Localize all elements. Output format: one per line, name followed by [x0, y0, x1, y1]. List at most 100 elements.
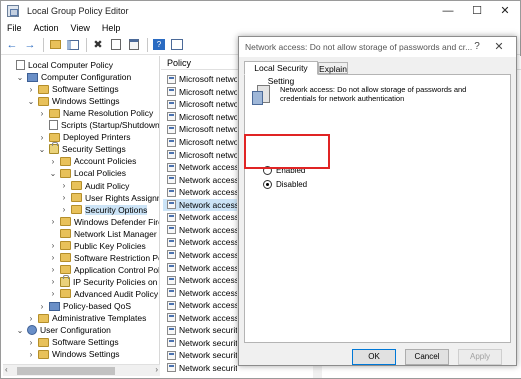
collapse-chevron-icon[interactable]: › — [27, 85, 35, 94]
tree-item[interactable]: › Windows Settings — [27, 348, 120, 360]
delete-icon[interactable]: ✖ — [90, 37, 106, 53]
filter-icon[interactable] — [169, 37, 185, 53]
scroll-right-arrow-icon[interactable]: › — [155, 365, 158, 374]
policy-row[interactable]: Network access: S — [163, 299, 237, 312]
export-list-icon[interactable] — [126, 37, 142, 53]
policy-row[interactable]: Microsoft network — [163, 98, 237, 111]
collapse-chevron-icon[interactable]: › — [27, 350, 35, 359]
policy-row[interactable]: Network security: — [163, 324, 237, 337]
close-button[interactable]: ✕ — [490, 1, 520, 21]
tree-item[interactable]: Network List Manager — [49, 228, 157, 240]
menu-help[interactable]: Help — [96, 23, 127, 33]
policy-row[interactable]: Network access: N — [163, 224, 237, 237]
tree-item[interactable]: › Name Resolution Policy — [38, 107, 154, 119]
tree-item[interactable]: › Account Policies — [49, 155, 137, 167]
folder-up-icon[interactable] — [47, 37, 63, 53]
collapse-chevron-icon[interactable]: › — [27, 338, 35, 347]
tree-item[interactable]: › Policy-based QoS — [38, 300, 131, 312]
apply-button[interactable]: Apply — [458, 349, 502, 365]
tree-item[interactable]: ⌄ Computer Configuration — [16, 71, 132, 83]
collapse-chevron-icon[interactable]: › — [49, 289, 57, 298]
policy-row[interactable]: Network security: — [163, 362, 237, 375]
tree-item[interactable]: › Security Options — [60, 204, 148, 216]
policy-row[interactable]: Network access: R — [163, 249, 237, 262]
folder-icon — [38, 337, 49, 347]
policy-row[interactable]: Network access: R — [163, 261, 237, 274]
policy-row[interactable]: Network access: R — [163, 274, 237, 287]
policy-row[interactable]: Microsoft network — [163, 148, 237, 161]
dialog-close-button[interactable]: ✕ — [489, 37, 509, 57]
scroll-thumb[interactable] — [17, 367, 115, 375]
collapse-chevron-icon[interactable]: › — [49, 241, 57, 250]
policy-row[interactable]: Microsoft network — [163, 123, 237, 136]
expand-chevron-icon[interactable]: ⌄ — [49, 169, 57, 178]
dialog-help-button[interactable]: ? — [468, 37, 486, 57]
disabled-option[interactable]: Disabled — [263, 180, 307, 189]
tree-item[interactable]: › IP Security Policies on — [49, 274, 157, 288]
tree-item[interactable]: › Administrative Templates — [27, 312, 147, 324]
policy-row[interactable]: Network access: S — [163, 311, 237, 324]
expand-chevron-icon[interactable]: ⌄ — [16, 326, 24, 335]
maximize-button[interactable]: ☐ — [462, 1, 492, 21]
policy-row[interactable]: Network security: — [163, 337, 237, 350]
policy-row[interactable]: Microsoft network — [163, 86, 237, 99]
ok-button[interactable]: OK — [352, 349, 396, 365]
collapse-chevron-icon[interactable]: › — [49, 265, 57, 274]
policy-row[interactable]: Network access: D — [163, 186, 237, 199]
policy-row[interactable]: Microsoft network — [163, 111, 237, 124]
disabled-radio[interactable] — [263, 180, 272, 189]
collapse-chevron-icon[interactable]: › — [60, 205, 68, 214]
tree-item[interactable]: › Audit Policy — [60, 180, 130, 192]
menu-view[interactable]: View — [65, 23, 96, 33]
policy-row[interactable]: Network access: R — [163, 236, 237, 249]
tree-item[interactable]: ⌄ Windows Settings — [27, 95, 120, 107]
policy-row[interactable]: Microsoft network — [163, 73, 237, 86]
policy-row[interactable]: Network security: — [163, 349, 237, 362]
minimize-button[interactable]: — — [433, 1, 463, 21]
help-icon[interactable]: ? — [151, 37, 167, 53]
tree-item[interactable]: › Windows Defender Firewall — [49, 216, 159, 228]
tree-item[interactable]: ⌄ Security Settings — [38, 142, 126, 155]
collapse-chevron-icon[interactable]: › — [38, 302, 46, 311]
expand-chevron-icon[interactable]: ⌄ — [38, 145, 46, 154]
collapse-chevron-icon[interactable]: › — [38, 109, 46, 118]
collapse-chevron-icon[interactable]: › — [38, 133, 46, 142]
properties-icon[interactable] — [108, 37, 124, 53]
tree-item[interactable]: › Software Restriction Policies — [49, 252, 159, 264]
policy-document-icon — [16, 60, 25, 70]
policy-row[interactable]: Microsoft network — [163, 136, 237, 149]
back-arrow-icon[interactable]: ← — [4, 37, 20, 53]
policy-row[interactable]: Network access: L — [163, 211, 237, 224]
collapse-chevron-icon[interactable]: › — [60, 193, 68, 202]
tab-local-security-setting[interactable]: Local Security Setting — [244, 61, 318, 86]
expand-chevron-icon[interactable]: ⌄ — [16, 73, 24, 82]
collapse-chevron-icon[interactable]: › — [49, 157, 57, 166]
tree-item[interactable]: ⌄ User Configuration — [16, 324, 111, 336]
collapse-chevron-icon[interactable]: › — [49, 217, 57, 226]
policy-row[interactable]: Network access: D — [163, 198, 237, 211]
policy-row[interactable]: Network access: S — [163, 286, 237, 299]
policy-row[interactable]: Network access: A — [163, 173, 237, 186]
collapse-chevron-icon[interactable]: › — [49, 253, 57, 262]
expand-chevron-icon[interactable]: ⌄ — [27, 97, 35, 106]
tree-item[interactable]: › User Rights Assignment — [60, 192, 159, 204]
forward-arrow-icon[interactable]: → — [22, 37, 38, 53]
tree-item[interactable]: ⌄ Local Policies — [49, 167, 126, 179]
show-hide-tree-icon[interactable] — [65, 37, 81, 53]
menu-action[interactable]: Action — [28, 23, 65, 33]
collapse-chevron-icon[interactable]: › — [27, 314, 35, 323]
tree-item[interactable]: Local Computer Policy — [5, 59, 113, 71]
tree-item[interactable]: › Advanced Audit Policy — [49, 288, 158, 300]
tree-item[interactable]: › Public Key Policies — [49, 240, 146, 252]
tree-horizontal-scrollbar[interactable]: ‹ › — [3, 364, 160, 376]
policy-row[interactable]: Network access: A — [163, 161, 237, 174]
menu-file[interactable]: File — [1, 23, 28, 33]
collapse-chevron-icon[interactable]: › — [60, 181, 68, 190]
tab-explain[interactable]: Explain — [318, 62, 348, 74]
tree-item[interactable]: › Software Settings — [27, 83, 119, 95]
tree-item[interactable]: › Software Settings — [27, 336, 119, 348]
cancel-button[interactable]: Cancel — [405, 349, 449, 365]
scroll-left-arrow-icon[interactable]: ‹ — [5, 365, 8, 374]
collapse-chevron-icon[interactable]: › — [49, 277, 57, 286]
tree-item[interactable]: Scripts (Startup/Shutdown) — [38, 119, 159, 131]
